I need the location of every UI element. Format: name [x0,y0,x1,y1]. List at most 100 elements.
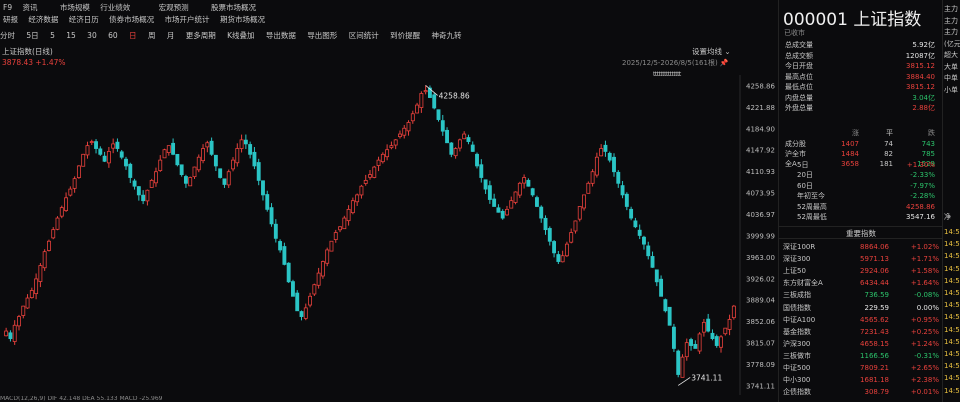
y-tick-label: 4110.93 [746,168,775,176]
toolbar-item[interactable]: 导出图形 [307,31,337,40]
toolbar-item[interactable]: 60 [108,31,118,40]
fund-flow-label: 中单 [944,74,958,82]
candle-body [34,278,39,295]
candle-body [380,153,385,163]
toolbar-item[interactable]: 分时 [0,31,15,40]
period-row: 5日 +1.30% [785,160,935,171]
toolbar-item[interactable]: 到价提醒 [390,31,420,40]
y-tick-label: 3926.02 [746,275,775,283]
menu-item[interactable]: 股票市场概况 [211,3,256,12]
candle-body [470,144,475,152]
stat-label: 总成交额 [785,51,813,60]
index-row[interactable]: 企债指数 308.79 +0.01% [783,387,939,398]
stat-label: 外盘总量 [785,104,813,112]
candle-body [162,149,167,159]
stat-value: 2.88亿 [912,104,935,112]
index-row[interactable]: 中证500 7809.21 +2.65% [783,363,939,374]
index-row[interactable]: 深证300 5971.13 +1.71% [783,254,939,265]
stat-row: 今日开盘 3815.12 [785,61,935,72]
menu-item[interactable]: 宏观预测 [159,3,189,12]
candle-body [667,306,672,326]
toolbar-item[interactable]: 月 [167,31,175,40]
menu-item[interactable]: 市场开户统计 [165,15,210,24]
pin-icon[interactable]: 📌 [720,59,729,67]
settings-ma-button[interactable]: 设置均线 ⌄ [692,46,731,57]
toolbar-item[interactable]: 神奇九转 [431,31,461,40]
index-row[interactable]: 中小300 1681.18 +2.38% [783,375,939,386]
toolbar-item-active[interactable]: 日 [129,31,137,40]
menu-item[interactable]: 行业绩效 [100,3,130,12]
candle-body [616,171,621,184]
period-label: 60日 [797,181,813,190]
index-row[interactable]: 三板做市 1166.56 -0.31% [783,351,939,362]
candle-body [440,120,445,132]
toolbar-item[interactable]: 更多周期 [186,31,216,40]
y-tick-label: 4073.95 [746,190,775,198]
toolbar-item[interactable]: 30 [87,31,97,40]
fund-flow-label: 主力 [944,28,958,36]
candle-body [278,241,283,251]
candle-body [218,168,223,178]
candle-body [226,171,231,186]
candle-body [385,149,390,158]
candle-body [654,269,659,283]
annotation-label: 4258.86 [439,91,470,100]
candle-body [115,141,120,149]
candle-body [680,356,685,378]
toolbar-item[interactable]: 区间统计 [349,31,379,40]
menu-item[interactable]: 资讯 [22,3,37,12]
toolbar-item[interactable]: 15 [66,31,76,40]
candle-body [72,178,77,189]
menu-item[interactable]: 经济日历 [69,15,99,24]
menu-item[interactable]: 债券市场概况 [109,15,154,24]
index-row[interactable]: 沪深300 4658.15 +1.24% [783,339,939,350]
y-tick-label: 3999.99 [746,232,775,240]
index-row[interactable]: 国债指数 229.59 0.00% [783,303,939,314]
fund-flow-strip: 主力 主力 主力 (亿元 超大 大单 中单 小单净 14:5 14:5 14:5 14:5 14:5 14… [942,0,960,402]
menu-item[interactable]: 经济数据 [28,15,58,24]
menu-item[interactable]: 研报 [3,15,18,24]
toolbar-item[interactable]: 周 [148,31,156,40]
index-row[interactable]: 东方财富全A 6434.44 +1.64% [783,278,939,289]
breadth-label: 沪全市 [785,149,806,158]
stat-value: 3884.40 [906,72,935,81]
toolbar-item[interactable]: 5日 [26,31,38,40]
breadth-flat-header: 平 [886,129,893,137]
period-label: 52周最高 [797,202,827,211]
candlestick-chart[interactable]: 4258.86 4221.88 4184.90 4147.92 4110.93 4073.… [0,75,775,395]
candle-body [299,311,304,317]
candle-body [68,188,73,196]
toolbar-item[interactable]: 5 [50,31,55,40]
candle-body [479,164,484,178]
candle-body [423,90,428,93]
stat-value: 3815.12 [906,62,935,70]
candle-body [517,182,522,196]
stock-code: 000001 [783,10,848,30]
candle-body [338,226,342,231]
index-row[interactable]: 上证50 2924.06 +1.58% [783,266,939,277]
period-value: 3547.16 [906,213,935,221]
candle-body [432,94,437,109]
menu-item[interactable]: F9 [3,3,12,12]
stat-value: 12087亿 [905,51,935,60]
period-row: 60日 -7.97% [785,181,935,192]
y-axis-ticks: 4258.86 4221.88 4184.90 4147.92 4110.93 4073.… [746,82,775,390]
candle-body [286,262,291,283]
candle-body [12,324,17,342]
toolbar-item[interactable]: K线叠加 [227,31,254,40]
index-price: 1166.56 [860,351,889,360]
candles [4,85,736,378]
index-row[interactable]: 深证100R 8864.06 +1.02% [783,242,939,253]
stat-row: 最高点位 3884.40 [785,72,935,83]
index-row[interactable]: 三板成指 736.59 -0.08% [783,290,939,301]
breadth-header: 涨 平 跌 [785,128,935,139]
y-tick-label: 3815.07 [746,340,775,348]
tick-time: 14:5 [944,313,960,322]
toolbar-item[interactable]: 导出数据 [266,31,296,40]
menu-item[interactable]: 期货市场概况 [220,15,265,24]
index-row[interactable]: 基金指数 7231.43 +0.25% [783,327,939,338]
menu-item[interactable]: 市场规模 [60,3,90,12]
candle-body [693,343,698,349]
candle-body [363,180,368,184]
index-row[interactable]: 中证A100 4565.62 +0.95% [783,315,939,326]
